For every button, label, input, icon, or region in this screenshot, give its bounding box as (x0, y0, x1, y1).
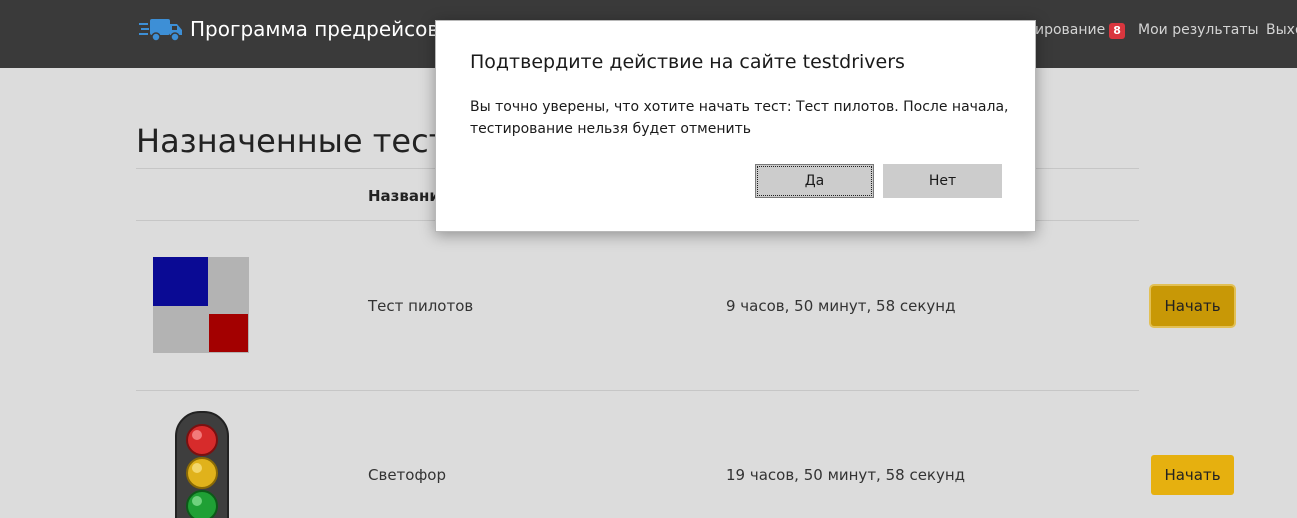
nav-testing-link[interactable]: ирование 8 (1035, 22, 1125, 39)
confirm-yes-button[interactable]: Да (755, 164, 874, 198)
blue-block (153, 257, 208, 306)
nav-logout-link[interactable]: Выхо (1266, 22, 1297, 38)
nav-testing-badge: 8 (1109, 23, 1125, 39)
row-divider (136, 390, 1139, 391)
start-test-button[interactable]: Начать (1151, 286, 1234, 326)
dialog-message: Вы точно уверены, что хотите начать тест… (470, 99, 1009, 137)
start-test-button[interactable]: Начать (1151, 455, 1234, 495)
test-name: Светофор (368, 466, 446, 484)
test-time: 9 часов, 50 минут, 58 секунд (726, 297, 956, 315)
test-name: Тест пилотов (368, 297, 474, 315)
dialog-title: Подтвердите действие на сайте testdriver… (470, 51, 905, 73)
column-header-name: Названи (368, 187, 440, 205)
traffic-light-image (175, 411, 229, 518)
nav-results-link[interactable]: Мои результаты (1138, 22, 1259, 38)
confirm-no-button[interactable]: Нет (883, 164, 1002, 198)
confirm-dialog: Подтвердите действие на сайте testdriver… (435, 20, 1036, 232)
test-time: 19 часов, 50 минут, 58 секунд (726, 466, 966, 484)
truck-icon[interactable] (139, 16, 183, 42)
quadrant-blocks-image (153, 257, 249, 353)
nav-testing-label: ирование (1035, 22, 1106, 38)
brand-title[interactable]: Программа предрейсового (190, 17, 474, 41)
page-title: Назначенные тести (136, 122, 469, 160)
red-block (209, 314, 248, 352)
